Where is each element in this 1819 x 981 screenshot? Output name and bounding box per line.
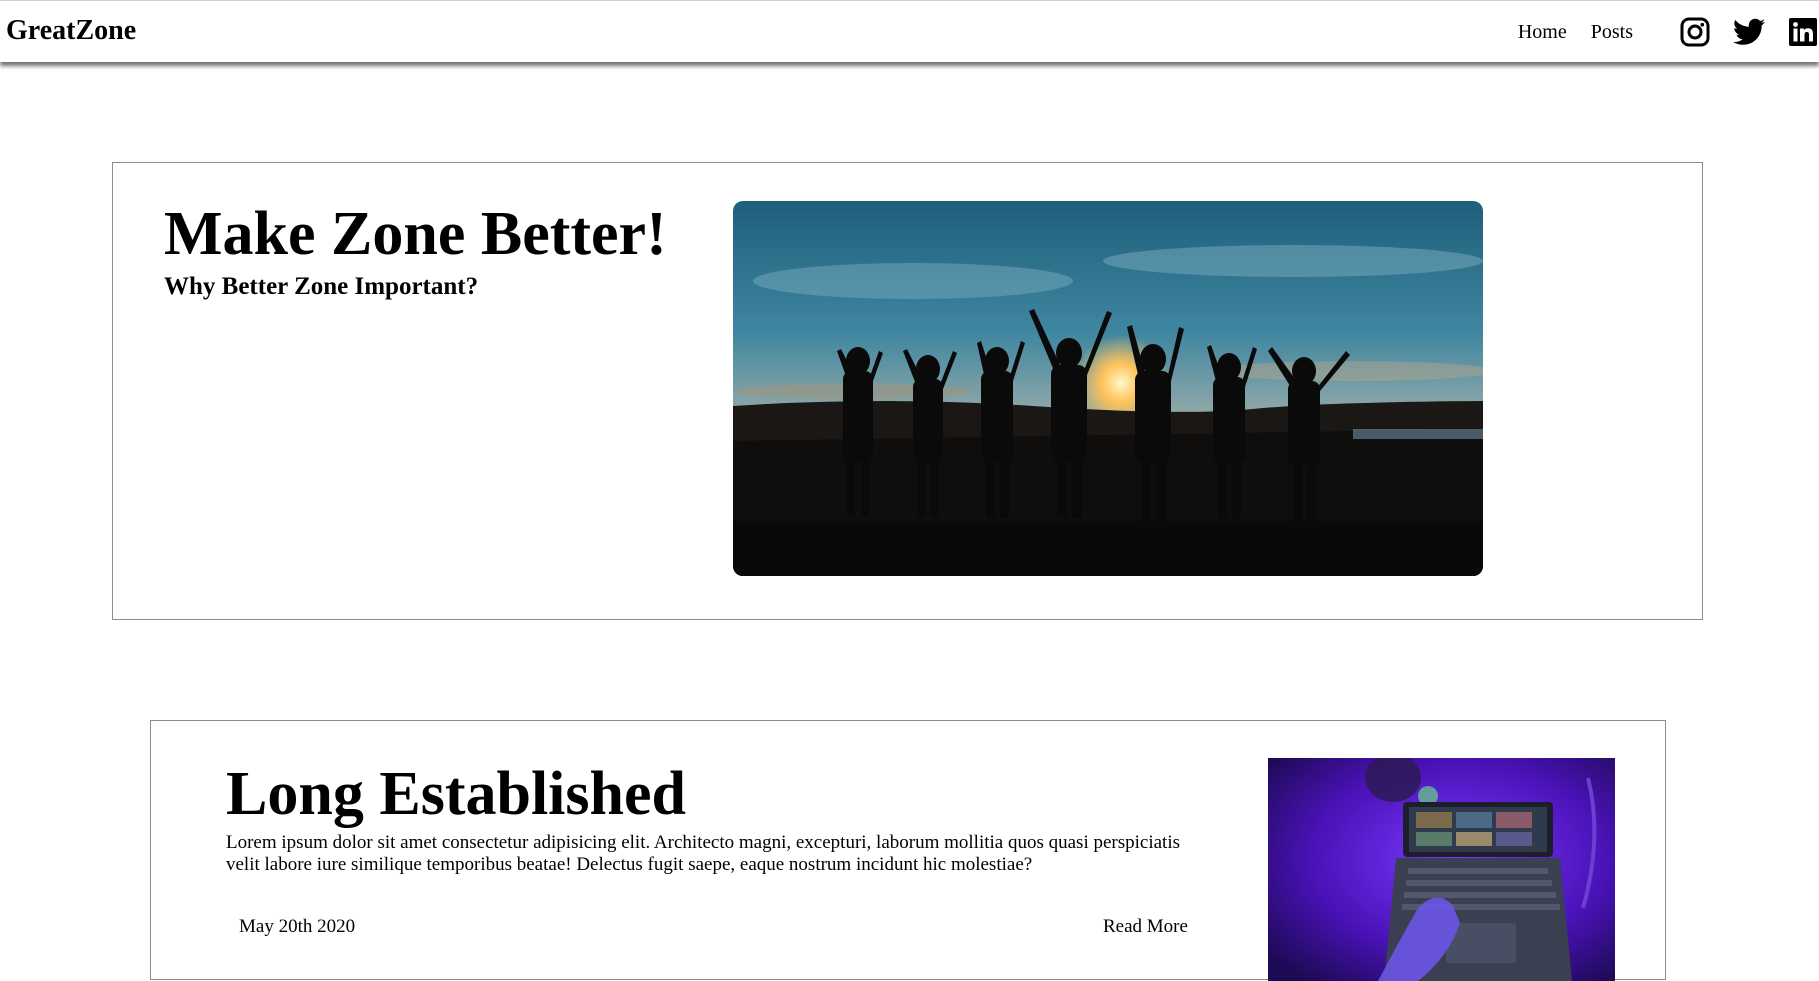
nav-posts-link[interactable]: Posts xyxy=(1591,21,1633,44)
read-more-link[interactable]: Read More xyxy=(1103,916,1188,938)
twitter-icon[interactable] xyxy=(1733,16,1765,48)
brand-logo[interactable]: GreatZone xyxy=(6,15,136,47)
hero-title: Make Zone Better! xyxy=(164,200,667,268)
post-date: May 20th 2020 xyxy=(239,916,356,937)
hero-card: Make Zone Better! Why Better Zone Import… xyxy=(112,162,1703,620)
post-card: Long Established Lorem ipsum dolor sit a… xyxy=(150,720,1666,981)
nav-home-link[interactable]: Home xyxy=(1518,21,1567,44)
hero-image xyxy=(733,201,1483,576)
hero-subtitle: Why Better Zone Important? xyxy=(164,273,479,300)
linkedin-icon[interactable] xyxy=(1787,16,1819,48)
instagram-icon[interactable] xyxy=(1679,16,1711,48)
post-body: Lorem ipsum dolor sit amet consectetur a… xyxy=(226,832,1180,875)
navbar: GreatZone Home Posts xyxy=(0,0,1819,62)
post-title: Long Established xyxy=(226,760,687,828)
nav-links: Home Posts xyxy=(1518,15,1819,49)
post-image xyxy=(1268,758,1615,981)
